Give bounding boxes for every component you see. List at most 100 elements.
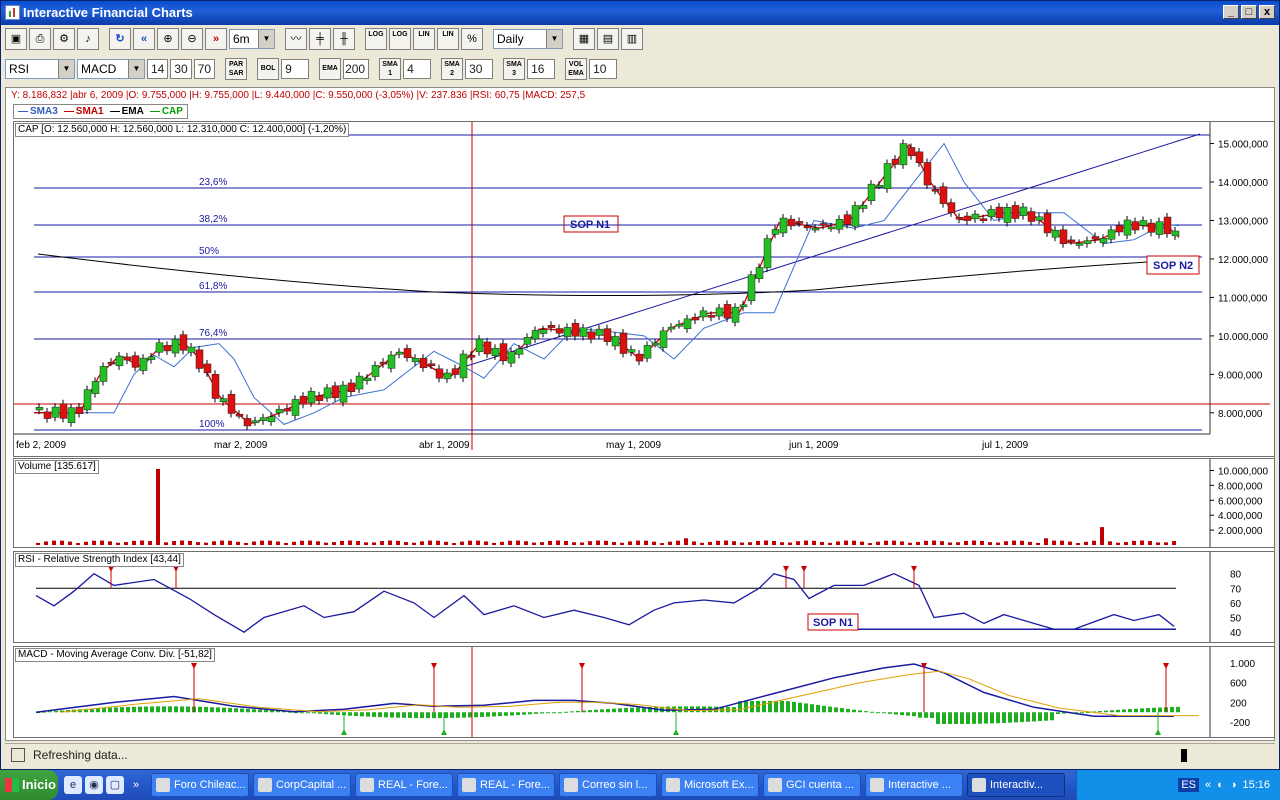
volema-field[interactable]: 10 [589, 59, 618, 79]
macd-histogram-bar [1128, 709, 1132, 713]
browser-icon[interactable]: e [64, 776, 82, 794]
settings-icon[interactable]: ⚙ [53, 28, 75, 50]
volume-y-tick: 10.000,000 [1218, 466, 1268, 477]
zoom-out-icon[interactable]: ⊖ [181, 28, 203, 50]
candlestick-icon[interactable]: ╫ [333, 28, 355, 50]
start-button[interactable]: Inicio [0, 770, 58, 800]
language-indicator[interactable]: ES [1178, 778, 1200, 792]
task-button[interactable]: CorpCapital ... [253, 773, 351, 797]
macd-histogram-bar [270, 710, 274, 713]
candle [211, 373, 220, 399]
clock: 15:16 [1242, 779, 1270, 791]
media-icon[interactable]: ◉ [85, 776, 103, 794]
volume-bar [284, 542, 288, 545]
log-button-1[interactable]: LOG [365, 28, 387, 50]
candle [1083, 240, 1092, 244]
macd-histogram-bar [954, 712, 958, 725]
task-button[interactable]: Foro Chileac... [151, 773, 249, 797]
rsi-period-field[interactable]: 14 [147, 59, 169, 79]
sound-icon[interactable]: ♪ [77, 28, 99, 50]
log-button-2[interactable]: LOG [389, 28, 411, 50]
period-select[interactable]: Daily ▼ [493, 29, 563, 49]
task-button[interactable]: GCI cuenta ... [763, 773, 861, 797]
scroll-right-icon[interactable]: » [205, 28, 227, 50]
candle [1003, 207, 1012, 223]
parsar-button[interactable]: PAR SAR [225, 58, 248, 80]
task-button[interactable]: REAL - Fore... [355, 773, 453, 797]
volume-panel[interactable]: 10.000,000 8.000,000 6.000,000 4.000,000 2.0… [13, 458, 1275, 548]
line-chart-icon[interactable]: 〰 [285, 28, 307, 50]
sma1-field[interactable]: 4 [403, 59, 432, 79]
range-select[interactable]: 6m ▼ [229, 29, 275, 49]
sma2-field[interactable]: 30 [465, 59, 494, 79]
table-view-icon[interactable]: ▥ [621, 28, 643, 50]
candle [395, 351, 404, 355]
save-icon[interactable]: ▣ [5, 28, 27, 50]
expand-icon[interactable]: » [127, 776, 145, 794]
macd-histogram-bar [834, 707, 838, 713]
bar-chart-icon[interactable]: ╪ [309, 28, 331, 50]
sma2-button[interactable]: SMA 2 [441, 58, 464, 80]
scroll-left-icon[interactable]: « [133, 28, 155, 50]
volume-bar [436, 540, 440, 545]
tray-expand-icon[interactable]: « [1205, 779, 1211, 791]
tray-icon[interactable]: ◐ [1217, 779, 1224, 791]
macd-histogram-bar [390, 712, 394, 718]
macd-histogram-bar [600, 709, 604, 713]
tray-icon[interactable]: ◑ [1230, 779, 1237, 791]
volume-bar [172, 541, 176, 545]
minimize-button[interactable]: _ [1223, 5, 1239, 19]
volume-bar [716, 540, 720, 545]
maximize-button[interactable]: □ [1241, 5, 1257, 19]
volume-bar [636, 540, 640, 545]
task-button[interactable]: Interactive ... [865, 773, 963, 797]
indicator2-select[interactable]: MACD ▼ [77, 59, 145, 79]
candle [187, 346, 196, 353]
sma3-button[interactable]: SMA 3 [503, 58, 526, 80]
sma3-field[interactable]: 16 [527, 59, 556, 79]
print-icon[interactable]: ⎙ [29, 28, 51, 50]
volume-bar [740, 542, 744, 545]
bollinger-field[interactable]: 9 [281, 59, 310, 79]
volema-button[interactable]: VOL EMA [565, 58, 588, 80]
volume-bar [444, 541, 448, 545]
ema-button[interactable]: EMA [319, 58, 342, 80]
macd-histogram-bar [54, 710, 58, 713]
volume-bar [652, 541, 656, 545]
chart-view-icon[interactable]: ▤ [597, 28, 619, 50]
task-button[interactable]: Correo sin l... [559, 773, 657, 797]
ema-field[interactable]: 200 [343, 59, 370, 79]
macd-histogram-bar [168, 706, 172, 713]
percent-button[interactable]: % [461, 28, 483, 50]
macd-panel[interactable]: 1.000 600 200 -200 MACD - Moving Average Co… [13, 646, 1275, 738]
macd-histogram-bar [972, 712, 976, 724]
macd-histogram-bar [1098, 711, 1102, 713]
status-text: Refreshing data... [33, 748, 128, 762]
volume-bar [852, 540, 856, 545]
lin-button-1[interactable]: LIN [413, 28, 435, 50]
volume-y-tick: 8.000,000 [1218, 481, 1263, 492]
macd-histogram-bar [822, 705, 826, 713]
volume-bar [1100, 527, 1104, 545]
layout-icon[interactable]: ▦ [573, 28, 595, 50]
price-panel[interactable]: 15.000,000 14.000,000 13.000,000 12.000,000… [13, 121, 1275, 457]
zoom-in-icon[interactable]: ⊕ [157, 28, 179, 50]
candle [387, 354, 396, 369]
lin-button-2[interactable]: LIN [437, 28, 459, 50]
task-button[interactable]: REAL - Fore... [457, 773, 555, 797]
sma1-button[interactable]: SMA 1 [379, 58, 402, 80]
rsi-low-field[interactable]: 30 [170, 59, 192, 79]
rsi-panel[interactable]: 80 70 60 50 40 SOP N1 RSI - Relative Strength… [13, 551, 1275, 648]
refresh-icon[interactable]: ↻ [109, 28, 131, 50]
indicator1-select[interactable]: RSI ▼ [5, 59, 75, 79]
rsi-high-field[interactable]: 70 [193, 59, 216, 79]
task-button-active[interactable]: Interactiv... [967, 773, 1065, 797]
macd-histogram-bar [786, 701, 790, 713]
close-button[interactable]: x [1259, 5, 1275, 19]
volume-bar [1036, 542, 1040, 545]
task-button[interactable]: Microsoft Ex... [661, 773, 759, 797]
volume-bar [772, 540, 776, 545]
desktop-icon[interactable]: ▢ [106, 776, 124, 794]
bollinger-button[interactable]: BOL [257, 58, 280, 80]
volume-bar [956, 542, 960, 545]
